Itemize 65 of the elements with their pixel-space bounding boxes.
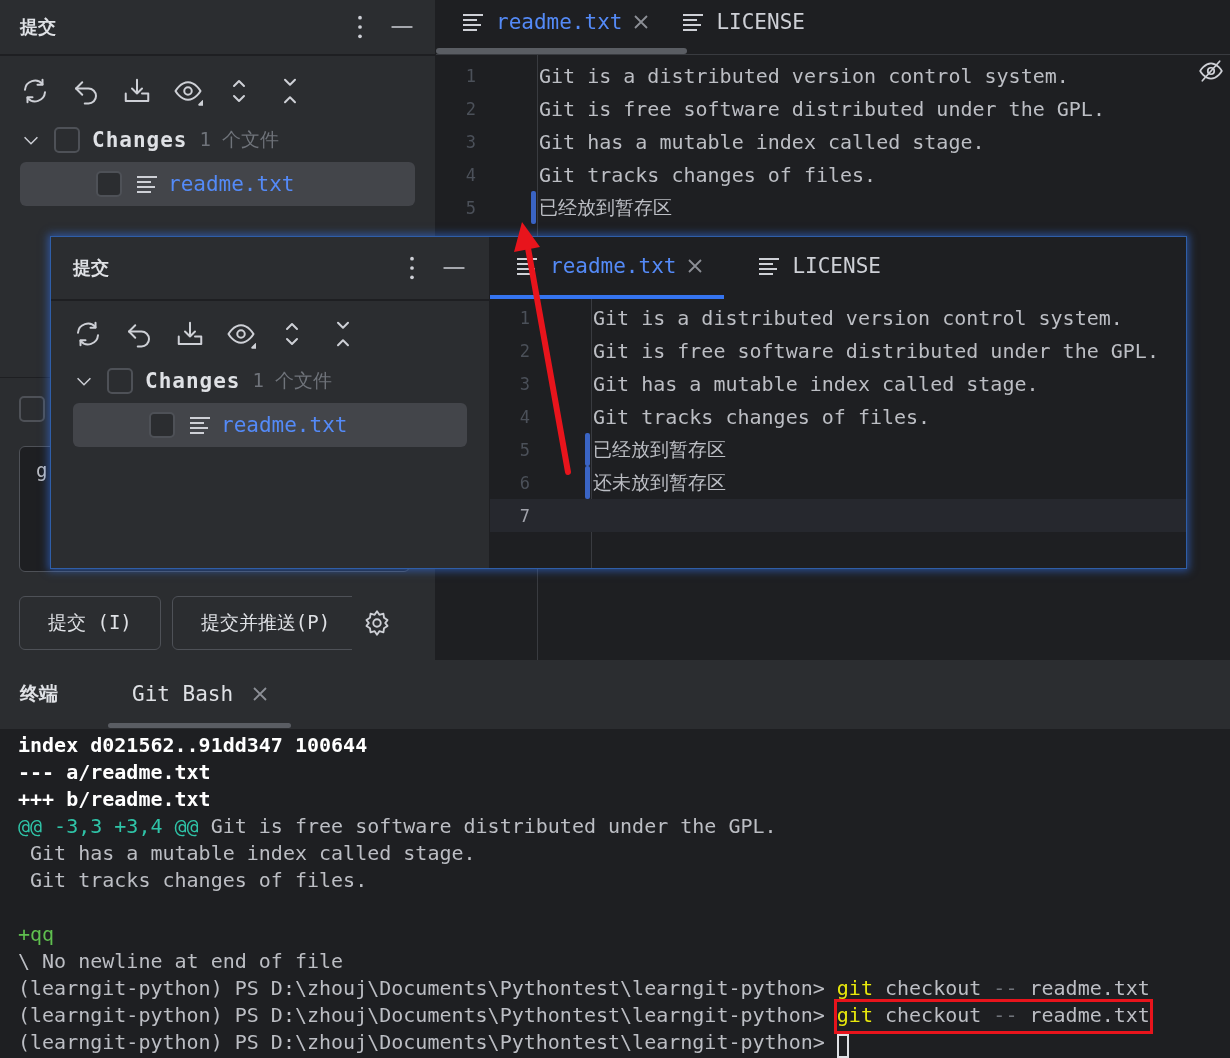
checkbox[interactable] [54, 127, 80, 153]
group-label: Changes [145, 369, 241, 393]
code-line: 还未放到暂存区 [592, 469, 726, 495]
text-file-icon [682, 12, 705, 32]
terminal-text: -- [993, 975, 1018, 1000]
code-line: Git is free software distributed under the GPL. [592, 338, 1159, 363]
file-name: readme.txt [221, 413, 348, 437]
close-icon[interactable] [634, 15, 649, 29]
terminal-text: +++ b/readme.txt [18, 786, 211, 811]
code-line: 已经放到暂存区 [538, 194, 672, 220]
terminal-text: Git tracks changes of files. [29, 867, 368, 892]
more-icon[interactable] [407, 254, 417, 282]
terminal-text: +qq [18, 921, 55, 946]
text-file-icon [462, 12, 484, 32]
file-tab[interactable]: readme.txt [462, 0, 649, 48]
terminal-text: --- a/readme.txt [18, 759, 211, 784]
code-line: Git is a distributed version control system. [538, 63, 1069, 88]
text-file-icon [516, 256, 538, 276]
more-icon[interactable] [355, 13, 365, 41]
panel-title: 提交 [20, 15, 57, 39]
checkbox[interactable] [107, 368, 133, 394]
terminal-text: (learngit-python) PS D:\zhouj\Documents\Pythontest\learngit-python> [18, 975, 826, 1000]
commit-push-button[interactable]: 提交并推送(P) [171, 596, 352, 650]
terminal-text: (learngit-python) PS D:\zhouj\Documents\Pythontest\learngit-python> [18, 1029, 826, 1054]
eye-slash-icon[interactable] [1198, 58, 1224, 84]
checkbox[interactable] [19, 396, 45, 422]
text-file-icon [136, 174, 158, 194]
code-line: Git is free software distributed under the GPL. [538, 96, 1105, 121]
text-file-icon [758, 256, 781, 276]
code-line: 已经放到暂存区 [592, 436, 726, 462]
terminal-text: git [836, 975, 873, 1000]
terminal-text: index d021562..91dd347 100644 [18, 732, 368, 757]
terminal-text: checkout [883, 1002, 983, 1027]
panel-title: 终端 [20, 681, 58, 706]
file-count: 1 个文件 [199, 127, 280, 152]
line-number: 7 [518, 505, 530, 526]
terminal-tab[interactable]: Git Bash [108, 660, 292, 728]
checkbox[interactable] [96, 171, 122, 197]
file-tab[interactable]: LICENSE [682, 0, 805, 48]
file-tab[interactable]: LICENSE [758, 237, 881, 299]
file-name: readme.txt [168, 172, 295, 196]
terminal-text: \ No newline at end of file [18, 948, 344, 973]
close-icon[interactable] [688, 259, 703, 273]
scrollbar[interactable] [436, 48, 687, 54]
group-label: Changes [92, 128, 188, 152]
commit-button[interactable]: 提交 (I) [19, 596, 161, 650]
terminal-text: @@ -3,3 +3,4 @@ [18, 813, 199, 838]
terminal-text: -- [993, 1002, 1018, 1027]
terminal-text: (learngit-python) PS D:\zhouj\Documents\Pythontest\learngit-python> [18, 1002, 826, 1027]
code-line: Git tracks changes of files. [592, 404, 931, 429]
code-line: Git has a mutable index called stage. [538, 129, 985, 154]
terminal-text: Git has a mutable index called stage. [29, 840, 476, 865]
code-line: Git has a mutable index called stage. [592, 371, 1039, 396]
code-line: Git tracks changes of files. [538, 162, 877, 187]
checkbox[interactable] [149, 412, 175, 438]
terminal-text: readme.txt [1028, 975, 1150, 1000]
text-file-icon [189, 415, 211, 435]
terminal-text: checkout [883, 975, 983, 1000]
terminal-text: git [836, 1002, 873, 1027]
close-icon[interactable] [253, 687, 268, 701]
panel-title: 提交 [73, 256, 110, 280]
file-count: 1 个文件 [252, 368, 333, 393]
code-line: Git is a distributed version control system. [592, 305, 1123, 330]
terminal-text: Git is free software distributed under the GPL. [209, 813, 777, 838]
terminal-text: readme.txt [1028, 1002, 1150, 1027]
